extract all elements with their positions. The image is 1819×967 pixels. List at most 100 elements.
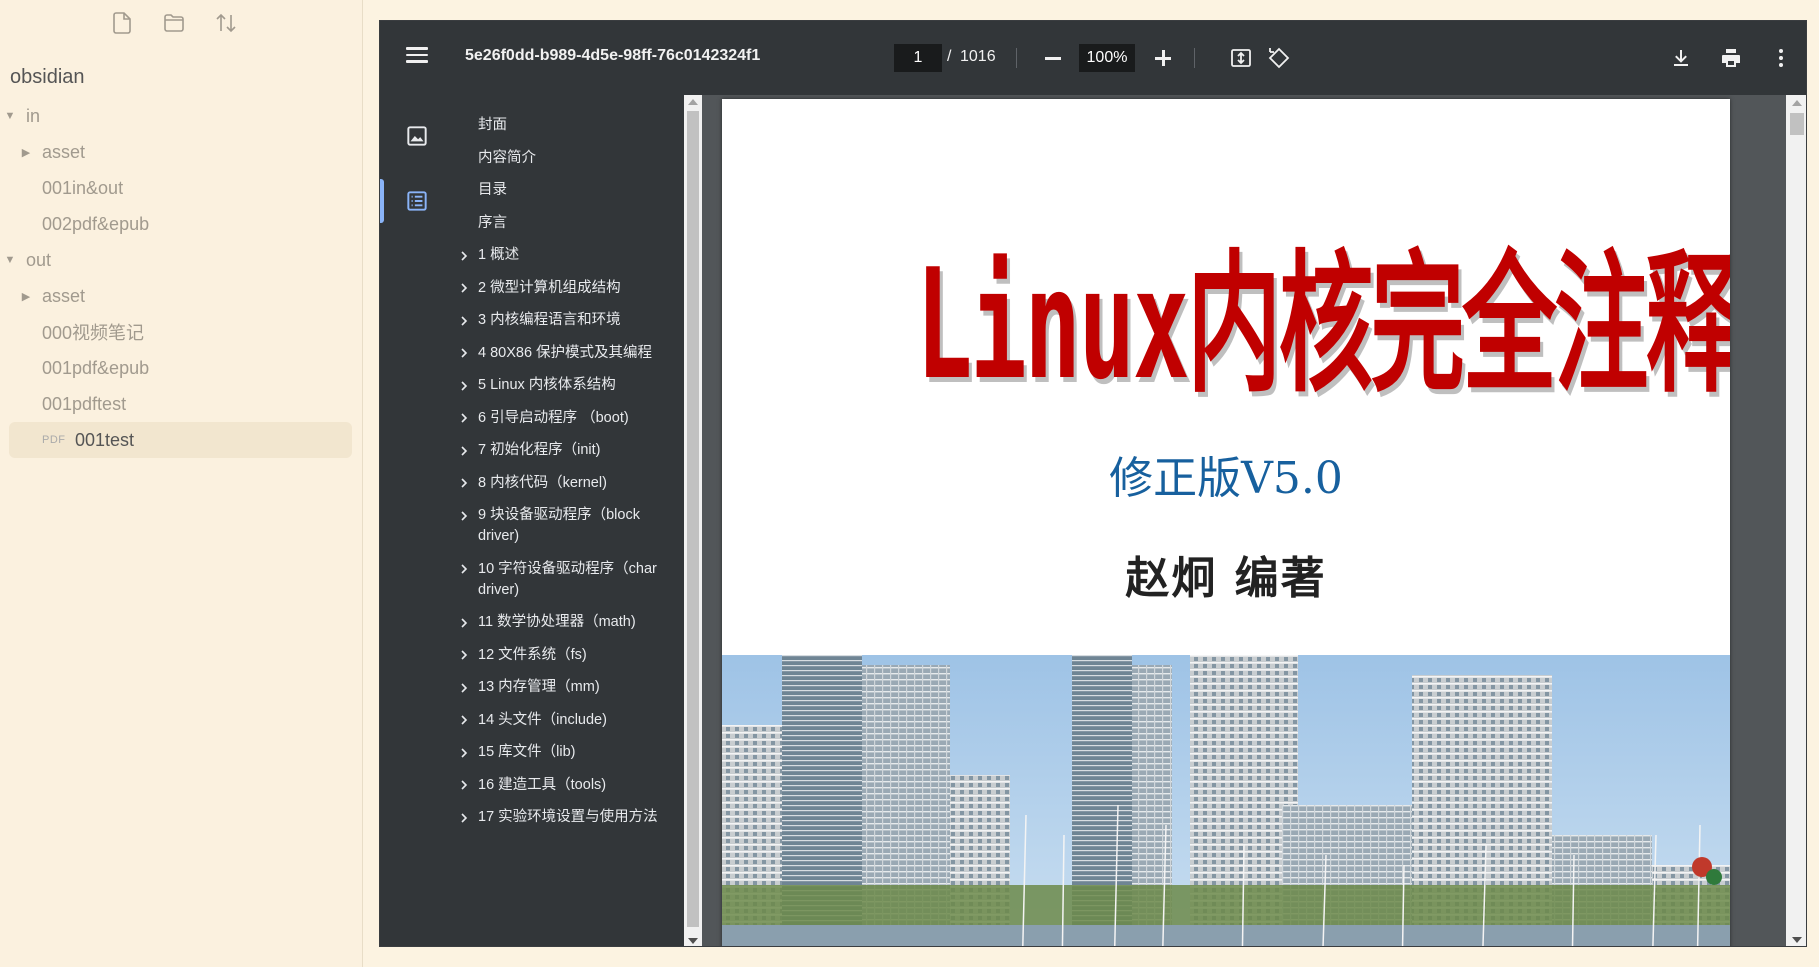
file-tree: ▼ in ▶ asset 001in&out 002pdf&epub ▼ out ▶ asset 0… [0,98,362,458]
chevron-right-icon[interactable] [457,505,471,526]
outline-item[interactable]: 5 Linux 内核体系结构 [452,369,684,402]
outline-item-label: 11 数学协处理器（math) [478,614,636,630]
scroll-down-arrow-icon[interactable] [1792,937,1802,943]
chevron-right-icon[interactable] [457,645,471,666]
outline-item-label: 10 字符设备驱动程序（char driver) [478,560,657,598]
chevron-right-icon[interactable] [457,807,471,828]
page-number-input[interactable] [894,44,942,72]
outline-item[interactable]: 9 块设备驱动程序（block driver) [452,499,684,553]
outline-item[interactable]: 目录 [452,174,684,207]
outline-item[interactable]: 14 头文件（include) [452,704,684,737]
print-icon[interactable] [1716,43,1746,73]
sort-icon[interactable] [212,8,240,38]
outline-item[interactable]: 2 微型计算机组成结构 [452,272,684,305]
caret-down-icon[interactable]: ▼ [3,253,17,267]
sidebar-rail [380,95,452,946]
tree-item-label: in [26,105,41,126]
tree-item-label: asset [42,285,86,306]
outline-item-label: 内容简介 [478,149,536,166]
chevron-right-icon[interactable] [457,440,471,461]
zoom-out-button[interactable] [1040,45,1066,71]
outline-item[interactable]: 7 初始化程序（init) [452,434,684,467]
outline-item[interactable]: 封面 [452,109,684,142]
outline-item[interactable]: 内容简介 [452,142,684,175]
tree-item-label: 001pdf&epub [42,357,150,378]
more-options-icon[interactable] [1766,43,1796,73]
scroll-down-arrow-icon[interactable] [688,938,698,944]
scroll-up-arrow-icon[interactable] [1792,100,1802,106]
page-area[interactable]: Linux内核完全注释 修正版V5.0 赵炯 编著 [702,95,1786,946]
chevron-right-icon[interactable] [457,408,471,429]
tree-file[interactable]: PDF 001test [9,422,352,458]
tree-item-label: 002pdf&epub [42,213,150,234]
new-note-icon[interactable] [108,8,136,38]
tree-file[interactable]: 001pdftest [0,386,362,422]
page-scrollbar[interactable] [1786,95,1806,946]
outline-item[interactable]: 13 内存管理（mm) [452,671,684,704]
pdf-viewer: 5e26f0dd-b989-4d5e-98ff-76c0142324f1 / 1… [379,20,1807,947]
chevron-right-icon[interactable] [457,473,471,494]
scroll-up-arrow-icon[interactable] [688,99,698,105]
tree-item-label: asset [42,141,86,162]
chevron-right-icon[interactable] [457,559,471,580]
pdf-file-badge: PDF [42,434,66,446]
outline-item-label: 目录 [478,182,507,198]
fit-page-icon[interactable] [1226,43,1256,73]
outline-item-label: 6 引导启动程序 （boot) [478,409,629,426]
outline-item-label: 15 库文件（lib) [478,744,576,760]
zoom-in-button[interactable] [1150,45,1176,71]
outline-icon[interactable] [404,188,430,214]
explorer-divider[interactable] [362,0,363,967]
toolbar-divider [1194,48,1195,68]
tree-file[interactable]: 001pdf&epub [0,350,362,386]
chevron-right-icon[interactable] [457,343,471,364]
outline-item[interactable]: 4 80X86 保护模式及其编程 [452,337,684,370]
tree-folder[interactable]: ▶ asset [0,134,362,170]
chevron-right-icon[interactable] [457,375,471,396]
outline-item[interactable]: 6 引导启动程序 （boot) [452,402,684,435]
caret-right-icon[interactable]: ▶ [19,145,33,159]
outline-item[interactable]: 序言 [452,207,684,240]
outline-item[interactable]: 3 内核编程语言和环境 [452,304,684,337]
book-edition: 修正版V5.0 [1109,453,1343,504]
page-total: 1016 [960,48,996,65]
outline-scrollbar[interactable] [684,95,702,946]
tree-folder[interactable]: ▶ asset [0,278,362,314]
chevron-right-icon[interactable] [457,775,471,796]
chevron-right-icon[interactable] [457,612,471,633]
chevron-right-icon[interactable] [457,677,471,698]
scrollbar-thumb[interactable] [1790,113,1804,135]
tree-file[interactable]: 000视频笔记 [0,314,362,350]
outline-item[interactable]: 1 概述 [452,239,684,272]
chevron-right-icon[interactable] [457,245,471,266]
menu-icon[interactable] [402,43,432,73]
pdf-toolbar: 5e26f0dd-b989-4d5e-98ff-76c0142324f1 / 1… [380,21,1806,95]
scrollbar-thumb[interactable] [687,111,699,927]
chevron-right-icon[interactable] [457,710,471,731]
outline-item[interactable]: 11 数学协处理器（math) [452,606,684,639]
outline-item[interactable]: 17 实验环境设置与使用方法 [452,801,684,834]
thumbnails-icon[interactable] [404,123,430,149]
chevron-right-icon[interactable] [457,310,471,331]
outline-item-label: 3 内核编程语言和环境 [478,312,621,328]
caret-right-icon[interactable]: ▶ [19,289,33,303]
tree-folder[interactable]: ▼ in [0,98,362,134]
caret-down-icon[interactable]: ▼ [3,109,17,123]
outline-item[interactable]: 10 字符设备驱动程序（char driver) [452,553,684,607]
tree-file[interactable]: 001in&out [0,170,362,206]
outline-item-label: 8 内核代码（kernel) [478,474,607,491]
chevron-right-icon[interactable] [457,278,471,299]
outline-item[interactable]: 15 库文件（lib) [452,736,684,769]
download-icon[interactable] [1666,43,1696,73]
rotate-icon[interactable] [1264,43,1294,73]
tree-file[interactable]: 002pdf&epub [0,206,362,242]
outline-item[interactable]: 8 内核代码（kernel) [452,467,684,500]
vault-name[interactable]: obsidian [10,66,85,89]
zoom-input[interactable] [1079,44,1135,72]
outline-item[interactable]: 12 文件系统（fs) [452,639,684,672]
chevron-right-icon[interactable] [457,742,471,763]
new-folder-icon[interactable] [160,8,188,38]
outline-item[interactable]: 16 建造工具（tools) [452,769,684,802]
tree-item-label: out [26,249,52,270]
tree-folder[interactable]: ▼ out [0,242,362,278]
